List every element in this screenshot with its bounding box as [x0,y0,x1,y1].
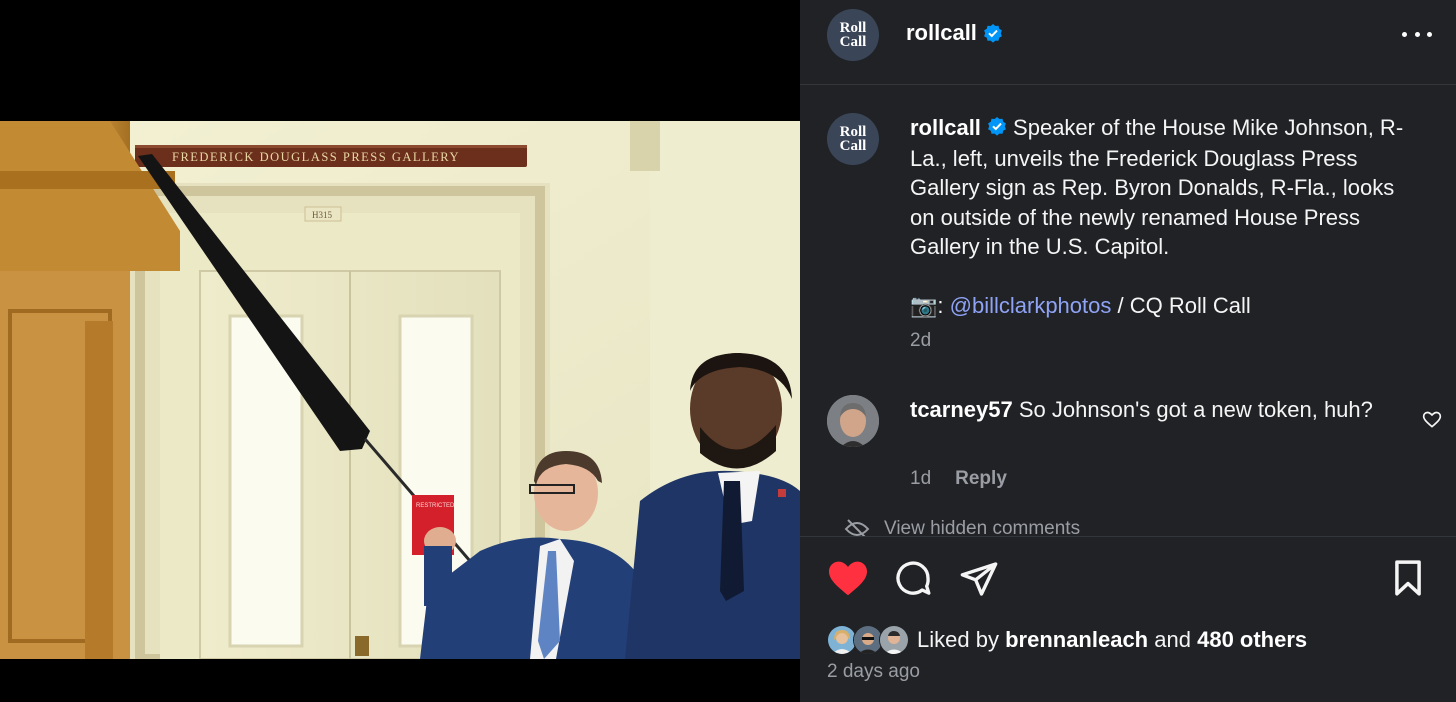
caption-avatar[interactable]: Roll Call [827,113,879,165]
more-icon-dot [1427,31,1432,37]
more-icon-dot [1414,31,1420,37]
comment-bubble-icon[interactable] [893,559,933,604]
liked-by-row[interactable]: Liked by brennanleach and 480 others [827,625,1307,655]
caption-username-link[interactable]: rollcall [910,115,981,140]
photo-illustration: H315 FREDERICK DOUGLASS PRESS GALLERY RE… [0,121,800,659]
likes-count-link[interactable]: 480 others [1197,627,1307,653]
comment-timestamp[interactable]: 1d [910,468,931,490]
comment-text: So Johnson's got a new token, huh? [1018,397,1373,422]
liker-avatar [879,625,909,655]
photographer-mention-link[interactable]: @billclarkphotos [950,293,1112,318]
more-icon-dot [1402,31,1407,37]
photo-credit-suffix: / CQ Roll Call [1117,293,1251,319]
post-caption: rollcall Speaker of the House Mike Johns… [910,113,1420,321]
comment-heart-icon[interactable] [1422,410,1442,435]
avatar-text-line1: Roll [839,20,867,36]
header-username-row: rollcall [906,20,1003,48]
room-number: H315 [312,210,332,220]
restricted-card-text: RESTRICTED [416,503,455,509]
header-username-link[interactable]: rollcall [906,20,977,45]
post-details-panel: Roll Call rollcall Roll Call rollcall Sp… [800,0,1456,702]
verified-badge-icon [983,23,1003,48]
hidden-eye-icon [844,518,870,536]
post-photo[interactable]: H315 FREDERICK DOUGLASS PRESS GALLERY RE… [0,121,800,659]
caption-text: Speaker of the House Mike Johnson, R-La.… [910,115,1404,260]
avatar-text-line1: Roll [839,124,867,140]
share-paper-plane-icon[interactable] [959,559,999,604]
commenter-username-link[interactable]: tcarney57 [910,397,1013,422]
first-liker-link[interactable]: brennanleach [1005,627,1148,653]
heart-icon[interactable] [827,559,869,602]
liker-avatars [827,625,911,655]
hidden-comments-label: View hidden comments [884,518,1081,536]
reply-button[interactable]: Reply [955,468,1007,490]
comment-body: tcarney57 So Johnson's got a new token, … [910,395,1410,425]
post-header: Roll Call rollcall [800,0,1456,85]
avatar-text-line2: Call [839,34,867,50]
post-media-panel: H315 FREDERICK DOUGLASS PRESS GALLERY RE… [0,0,800,701]
comment-meta: 1d Reply [910,468,1007,490]
more-options-button[interactable] [1402,22,1432,46]
commenter-avatar[interactable] [827,395,879,447]
photo-credit-label: 📷: [910,293,944,319]
liked-by-prefix: Liked by [917,627,999,652]
liked-by-joiner: and [1154,627,1191,652]
caption-timestamp[interactable]: 2d [910,330,931,352]
post-date[interactable]: 2 days ago [827,661,920,683]
bookmark-icon[interactable] [1392,559,1424,602]
post-actions-bar: Liked by brennanleach and 480 others 2 d… [800,536,1456,702]
view-hidden-comments-button[interactable]: View hidden comments [844,518,1080,536]
avatar-text-line2: Call [839,138,867,154]
account-avatar[interactable]: Roll Call [827,9,879,61]
verified-badge-icon [987,114,1007,144]
gallery-sign-text: FREDERICK DOUGLASS PRESS GALLERY [172,150,460,164]
